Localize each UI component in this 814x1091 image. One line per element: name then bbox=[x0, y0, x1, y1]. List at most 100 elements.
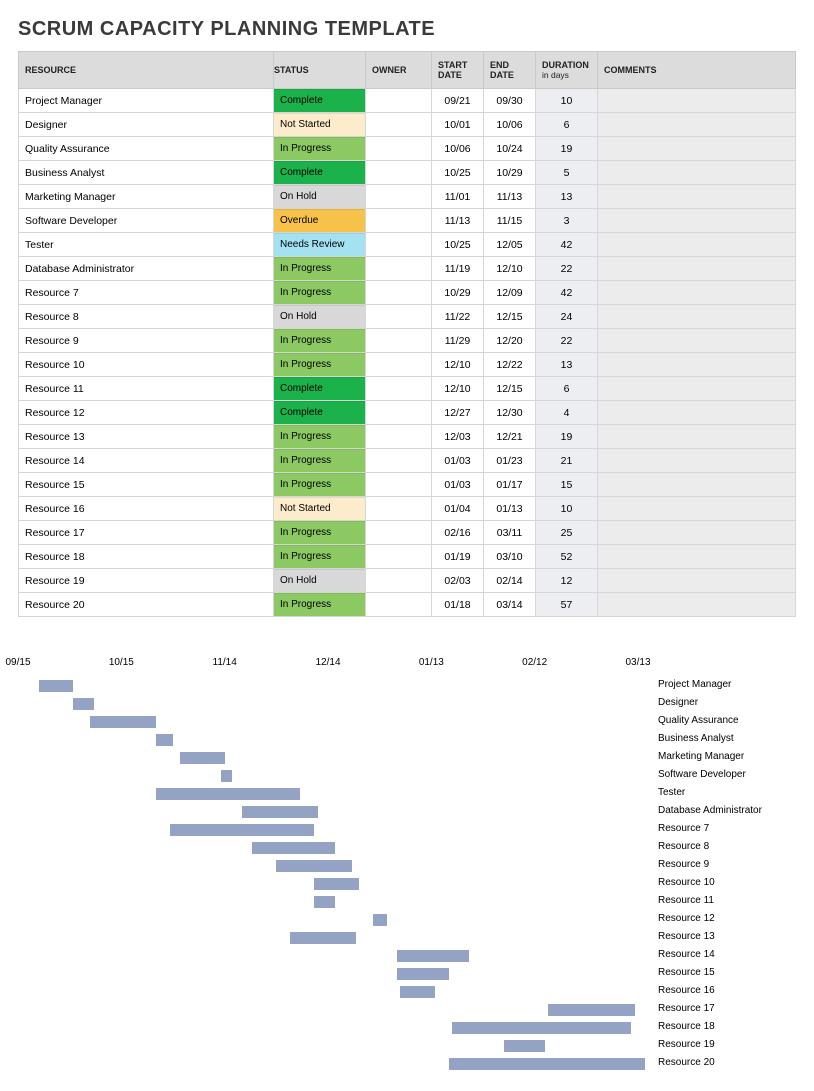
cell-start[interactable]: 12/03 bbox=[432, 425, 484, 449]
cell-duration[interactable]: 13 bbox=[536, 185, 598, 209]
cell-start[interactable]: 01/04 bbox=[432, 497, 484, 521]
cell-duration[interactable]: 22 bbox=[536, 257, 598, 281]
cell-status[interactable]: Complete bbox=[274, 161, 366, 185]
cell-comments[interactable] bbox=[598, 521, 796, 545]
cell-resource[interactable]: Tester bbox=[19, 233, 274, 257]
cell-end[interactable]: 12/21 bbox=[484, 425, 536, 449]
cell-end[interactable]: 11/13 bbox=[484, 185, 536, 209]
cell-owner[interactable] bbox=[366, 329, 432, 353]
cell-comments[interactable] bbox=[598, 545, 796, 569]
cell-start[interactable]: 01/03 bbox=[432, 473, 484, 497]
cell-owner[interactable] bbox=[366, 89, 432, 113]
cell-owner[interactable] bbox=[366, 473, 432, 497]
cell-end[interactable]: 12/10 bbox=[484, 257, 536, 281]
cell-start[interactable]: 10/25 bbox=[432, 161, 484, 185]
cell-status[interactable]: In Progress bbox=[274, 521, 366, 545]
cell-start[interactable]: 10/06 bbox=[432, 137, 484, 161]
cell-status[interactable]: In Progress bbox=[274, 137, 366, 161]
cell-duration[interactable]: 6 bbox=[536, 377, 598, 401]
cell-status[interactable]: Complete bbox=[274, 89, 366, 113]
cell-start[interactable]: 11/13 bbox=[432, 209, 484, 233]
cell-resource[interactable]: Business Analyst bbox=[19, 161, 274, 185]
cell-status[interactable]: Not Started bbox=[274, 497, 366, 521]
cell-duration[interactable]: 3 bbox=[536, 209, 598, 233]
cell-comments[interactable] bbox=[598, 353, 796, 377]
cell-status[interactable]: In Progress bbox=[274, 545, 366, 569]
cell-end[interactable]: 09/30 bbox=[484, 89, 536, 113]
cell-duration[interactable]: 57 bbox=[536, 593, 598, 617]
cell-owner[interactable] bbox=[366, 425, 432, 449]
cell-end[interactable]: 12/15 bbox=[484, 377, 536, 401]
cell-resource[interactable]: Resource 14 bbox=[19, 449, 274, 473]
cell-owner[interactable] bbox=[366, 185, 432, 209]
cell-status[interactable]: Overdue bbox=[274, 209, 366, 233]
cell-duration[interactable]: 13 bbox=[536, 353, 598, 377]
cell-owner[interactable] bbox=[366, 521, 432, 545]
cell-end[interactable]: 10/06 bbox=[484, 113, 536, 137]
cell-duration[interactable]: 42 bbox=[536, 281, 598, 305]
cell-start[interactable]: 10/01 bbox=[432, 113, 484, 137]
cell-end[interactable]: 10/24 bbox=[484, 137, 536, 161]
cell-status[interactable]: In Progress bbox=[274, 425, 366, 449]
cell-comments[interactable] bbox=[598, 281, 796, 305]
cell-comments[interactable] bbox=[598, 185, 796, 209]
cell-end[interactable]: 12/30 bbox=[484, 401, 536, 425]
cell-end[interactable]: 01/17 bbox=[484, 473, 536, 497]
cell-resource[interactable]: Resource 10 bbox=[19, 353, 274, 377]
cell-duration[interactable]: 22 bbox=[536, 329, 598, 353]
cell-owner[interactable] bbox=[366, 377, 432, 401]
cell-comments[interactable] bbox=[598, 593, 796, 617]
cell-end[interactable]: 03/11 bbox=[484, 521, 536, 545]
cell-end[interactable]: 12/09 bbox=[484, 281, 536, 305]
cell-status[interactable]: In Progress bbox=[274, 281, 366, 305]
cell-resource[interactable]: Resource 8 bbox=[19, 305, 274, 329]
cell-comments[interactable] bbox=[598, 161, 796, 185]
cell-resource[interactable]: Designer bbox=[19, 113, 274, 137]
cell-start[interactable]: 11/29 bbox=[432, 329, 484, 353]
cell-owner[interactable] bbox=[366, 137, 432, 161]
cell-owner[interactable] bbox=[366, 593, 432, 617]
cell-owner[interactable] bbox=[366, 497, 432, 521]
cell-duration[interactable]: 10 bbox=[536, 89, 598, 113]
cell-comments[interactable] bbox=[598, 113, 796, 137]
cell-start[interactable]: 02/16 bbox=[432, 521, 484, 545]
cell-owner[interactable] bbox=[366, 545, 432, 569]
cell-duration[interactable]: 19 bbox=[536, 425, 598, 449]
cell-duration[interactable]: 25 bbox=[536, 521, 598, 545]
cell-comments[interactable] bbox=[598, 209, 796, 233]
cell-duration[interactable]: 4 bbox=[536, 401, 598, 425]
cell-comments[interactable] bbox=[598, 497, 796, 521]
cell-comments[interactable] bbox=[598, 233, 796, 257]
cell-resource[interactable]: Resource 9 bbox=[19, 329, 274, 353]
cell-owner[interactable] bbox=[366, 305, 432, 329]
cell-status[interactable]: In Progress bbox=[274, 449, 366, 473]
cell-resource[interactable]: Software Developer bbox=[19, 209, 274, 233]
cell-owner[interactable] bbox=[366, 233, 432, 257]
cell-start[interactable]: 12/27 bbox=[432, 401, 484, 425]
cell-comments[interactable] bbox=[598, 137, 796, 161]
cell-end[interactable]: 02/14 bbox=[484, 569, 536, 593]
cell-resource[interactable]: Quality Assurance bbox=[19, 137, 274, 161]
cell-start[interactable]: 11/22 bbox=[432, 305, 484, 329]
cell-end[interactable]: 03/14 bbox=[484, 593, 536, 617]
cell-duration[interactable]: 10 bbox=[536, 497, 598, 521]
cell-status[interactable]: In Progress bbox=[274, 473, 366, 497]
cell-comments[interactable] bbox=[598, 569, 796, 593]
cell-start[interactable]: 11/01 bbox=[432, 185, 484, 209]
cell-start[interactable]: 01/03 bbox=[432, 449, 484, 473]
cell-resource[interactable]: Resource 13 bbox=[19, 425, 274, 449]
cell-owner[interactable] bbox=[366, 257, 432, 281]
cell-comments[interactable] bbox=[598, 329, 796, 353]
cell-start[interactable]: 10/29 bbox=[432, 281, 484, 305]
cell-duration[interactable]: 15 bbox=[536, 473, 598, 497]
cell-resource[interactable]: Resource 19 bbox=[19, 569, 274, 593]
cell-end[interactable]: 12/22 bbox=[484, 353, 536, 377]
cell-status[interactable]: On Hold bbox=[274, 305, 366, 329]
cell-end[interactable]: 03/10 bbox=[484, 545, 536, 569]
cell-start[interactable]: 10/25 bbox=[432, 233, 484, 257]
cell-start[interactable]: 01/18 bbox=[432, 593, 484, 617]
cell-end[interactable]: 12/15 bbox=[484, 305, 536, 329]
cell-comments[interactable] bbox=[598, 473, 796, 497]
cell-comments[interactable] bbox=[598, 305, 796, 329]
cell-end[interactable]: 11/15 bbox=[484, 209, 536, 233]
